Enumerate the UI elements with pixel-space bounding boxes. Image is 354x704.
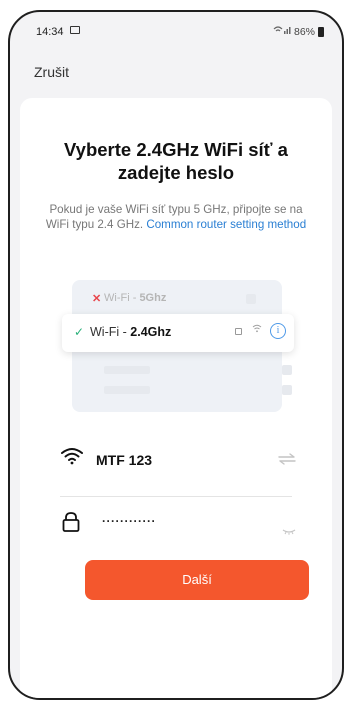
good-band: 2.4Ghz (130, 325, 172, 339)
password-field[interactable]: ············ (60, 508, 296, 542)
battery-percent: 86% (293, 25, 315, 38)
image-icon (70, 26, 80, 34)
router-setting-link[interactable]: Common router setting method (146, 218, 306, 231)
divider (60, 496, 292, 497)
good-prefix: Wi-Fi - (90, 325, 131, 339)
lock-icon (62, 512, 80, 537)
switch-icon[interactable] (278, 452, 296, 468)
wifi-ssid: MTF 123 (96, 452, 153, 468)
bad-prefix: Wi-Fi - (104, 292, 140, 304)
content-card: Vyberte 2.4GHz WiFi síť a zadejte heslo … (20, 98, 332, 698)
next-button[interactable]: Další (85, 560, 309, 600)
placeholder-square (282, 365, 292, 375)
battery-icon (318, 26, 324, 37)
cross-icon: ✕ (92, 293, 102, 305)
status-right: 86% (273, 25, 324, 38)
status-time: 14:34 (36, 26, 64, 38)
description: Pokud je vaše WiFi síť typu 5 GHz, připo… (42, 202, 310, 232)
placeholder-bar (104, 366, 150, 374)
bad-band: 5Ghz (139, 292, 167, 304)
password-value: ············ (102, 514, 156, 528)
placeholder-square (246, 294, 256, 304)
small-wifi-icon (252, 324, 262, 336)
cancel-button[interactable]: Zrušit (34, 64, 69, 80)
bad-network-label: Wi-Fi - 5Ghz (104, 292, 166, 304)
wifi-icon (60, 446, 84, 471)
small-lock-icon (235, 328, 242, 335)
phone-frame: 14:34 86% Zrušit Vyberte 2.4GHz WiFi síť… (8, 10, 344, 700)
placeholder-bar (104, 386, 150, 394)
wifi-signal-icon (273, 25, 291, 38)
illustration-row-24ghz: ✓ Wi-Fi - 2.4Ghz i (62, 314, 294, 352)
page-title: Vyberte 2.4GHz WiFi síť a zadejte heslo (64, 139, 288, 183)
check-icon: ✓ (74, 325, 85, 339)
illustration-row-5ghz: ✕ Wi-Fi - 5Ghz (92, 288, 262, 310)
good-network-label: Wi-Fi - 2.4Ghz (90, 325, 171, 339)
wifi-selector[interactable]: MTF 123 (60, 444, 296, 478)
status-bar: 14:34 86% (10, 12, 342, 46)
placeholder-square (282, 385, 292, 395)
info-icon: i (270, 323, 286, 339)
eye-closed-icon[interactable] (282, 522, 296, 540)
